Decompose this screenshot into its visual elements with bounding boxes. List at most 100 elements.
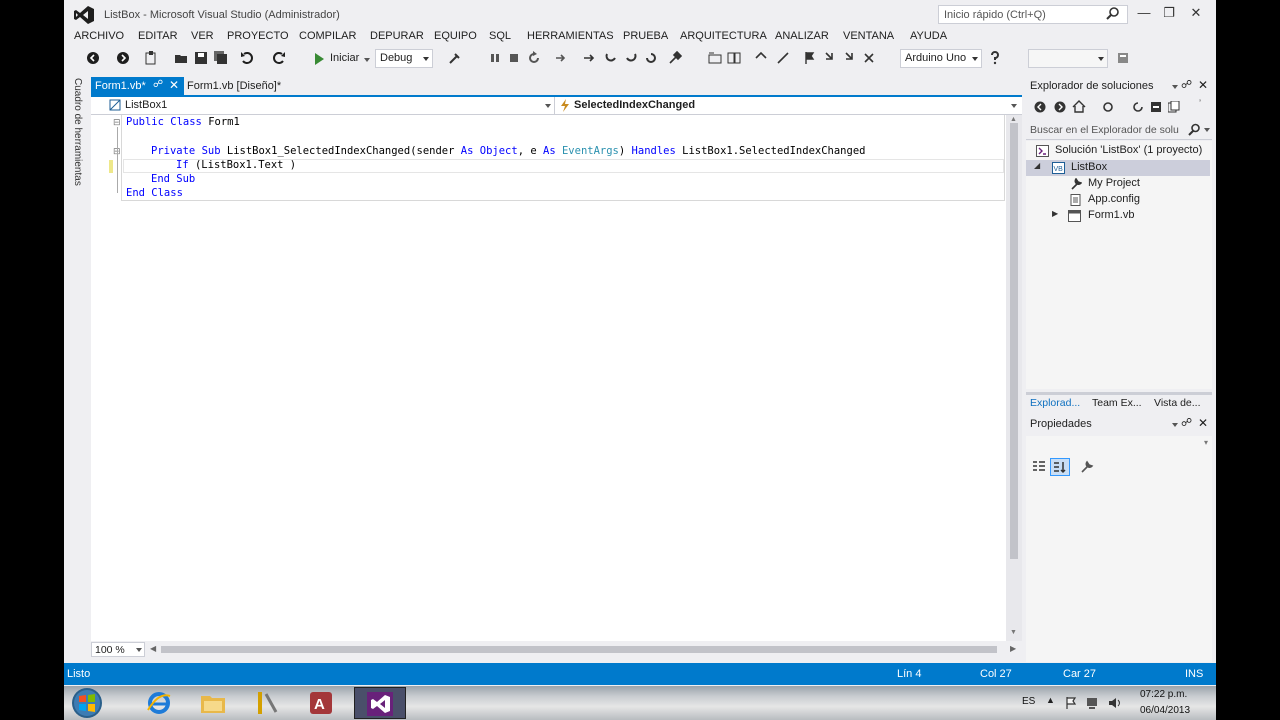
scroll-up-icon[interactable]: ▲	[1010, 116, 1017, 123]
close-window-button[interactable]: ✕	[1186, 5, 1206, 21]
menu-analizar[interactable]: ANALIZAR	[775, 30, 829, 42]
flag-icon[interactable]	[802, 51, 816, 65]
property-pages-icon[interactable]	[1080, 460, 1094, 474]
solution-explorer-search[interactable]: Buscar en el Explorador de solu	[1026, 120, 1212, 140]
menu-ayuda[interactable]: AYUDA	[910, 30, 947, 42]
menu-equipo[interactable]: EQUIPO	[434, 30, 477, 42]
restart-icon[interactable]	[527, 51, 541, 65]
expand-arrow-icon[interactable]: ▶	[1052, 209, 1058, 218]
toolbox-strip[interactable]: Cuadro de herramientas	[64, 72, 90, 662]
stop-icon[interactable]	[507, 51, 521, 65]
windows-start-icon[interactable]	[70, 687, 104, 719]
collapse-all-icon[interactable]	[1150, 101, 1162, 113]
categorized-icon[interactable]	[1032, 460, 1046, 474]
restore-button[interactable]: ❐	[1159, 5, 1179, 21]
tab-class-view[interactable]: Vista de...	[1154, 397, 1201, 409]
action-center-flag-icon[interactable]	[1064, 696, 1078, 710]
tab-team-explorer[interactable]: Team Ex...	[1092, 397, 1142, 409]
options-icon[interactable]	[1116, 51, 1130, 65]
layout-icon[interactable]	[708, 51, 722, 65]
pause-icon[interactable]	[488, 51, 502, 65]
network-icon[interactable]	[1086, 696, 1100, 710]
volume-icon[interactable]	[1108, 696, 1122, 710]
scroll-thumb[interactable]	[1010, 123, 1018, 559]
next-bookmark-icon[interactable]	[842, 51, 856, 65]
pin-icon[interactable]: ☍	[153, 79, 163, 90]
attach-icon[interactable]	[448, 51, 462, 65]
redo-icon[interactable]	[272, 51, 286, 65]
scroll-down-icon[interactable]: ▼	[1010, 629, 1017, 636]
save-icon[interactable]	[194, 51, 208, 65]
close-tab-icon[interactable]: ✕	[169, 78, 179, 92]
properties-wrench-icon[interactable]: ’	[1199, 98, 1201, 108]
configuration-select[interactable]: Debug	[375, 49, 433, 68]
code-editor[interactable]: ⊟ ⊟ Public Class Form1 Private Sub ListB…	[91, 115, 1006, 641]
clock-time[interactable]: 07:22 p.m.	[1140, 689, 1187, 700]
horizontal-scroll-thumb[interactable]	[161, 646, 997, 653]
tab-solution-explorer[interactable]: Explorad...	[1030, 397, 1080, 409]
align-icon[interactable]	[727, 51, 741, 65]
menu-sql[interactable]: SQL	[489, 30, 511, 42]
pin-icon[interactable]: ☍	[1181, 416, 1192, 429]
menu-archivo[interactable]: ARCHIVO	[74, 30, 124, 42]
tab-form1-design[interactable]: Form1.vb [Diseño]*	[187, 80, 281, 92]
scroll-right-icon[interactable]: ▶	[1010, 644, 1016, 653]
tab-form1-vb[interactable]: Form1.vb* ☍ ✕	[91, 77, 184, 95]
show-all-files-icon[interactable]	[1168, 101, 1180, 113]
taskbar-visual-studio[interactable]	[354, 687, 406, 719]
comment-icon[interactable]	[776, 51, 790, 65]
step-out-icon[interactable]	[624, 51, 638, 65]
expand-arrow-icon[interactable]: ◢	[1034, 161, 1040, 170]
menu-prueba[interactable]: PRUEBA	[623, 30, 668, 42]
undo-icon[interactable]	[240, 51, 254, 65]
clear-bookmarks-icon[interactable]	[862, 51, 876, 65]
navigate-back-icon[interactable]	[86, 51, 100, 65]
forward-icon[interactable]	[1054, 101, 1066, 113]
editor-vertical-scrollbar[interactable]: ▲ ▼	[1006, 115, 1022, 641]
bookmark-icon[interactable]	[754, 51, 768, 65]
tools-icon[interactable]	[668, 51, 682, 65]
menu-ver[interactable]: VER	[191, 30, 214, 42]
save-all-icon[interactable]	[214, 51, 228, 65]
object-dropdown[interactable]: ListBox1	[91, 97, 555, 114]
previous-bookmark-icon[interactable]	[822, 51, 836, 65]
menu-arquitectura[interactable]: ARQUITECTURA	[680, 30, 767, 42]
show-next-statement-icon[interactable]	[554, 51, 568, 65]
history-icon[interactable]	[1132, 101, 1144, 113]
minimize-button[interactable]: —	[1134, 5, 1154, 21]
refresh-icon[interactable]	[644, 51, 658, 65]
step-over-icon[interactable]	[582, 51, 596, 65]
chevron-down-icon[interactable]	[1204, 128, 1210, 132]
pin-icon[interactable]: ☍	[1181, 78, 1192, 91]
search-icon[interactable]	[1105, 6, 1121, 22]
home-icon[interactable]	[1072, 100, 1086, 113]
language-indicator[interactable]: ES	[1022, 696, 1035, 707]
close-panel-icon[interactable]: ✕	[1198, 416, 1208, 430]
show-hidden-icons-icon[interactable]: ▲	[1046, 695, 1055, 705]
menu-depurar[interactable]: DEPURAR	[370, 30, 424, 42]
clock-date[interactable]: 06/04/2013	[1140, 705, 1190, 716]
event-dropdown[interactable]: SelectedIndexChanged	[556, 97, 1022, 114]
menu-herramientas[interactable]: HERRAMIENTAS	[527, 30, 614, 42]
taskbar-internet-explorer[interactable]	[136, 687, 182, 719]
platform-select[interactable]: Arduino Uno	[900, 49, 982, 68]
open-file-icon[interactable]	[174, 51, 188, 65]
taskbar-file-explorer[interactable]	[190, 687, 236, 719]
step-into-icon[interactable]	[604, 51, 618, 65]
toolbox-label[interactable]: Cuadro de herramientas	[72, 78, 83, 186]
chevron-down-icon[interactable]: ▾	[1204, 438, 1208, 447]
menu-proyecto[interactable]: PROYECTO	[227, 30, 289, 42]
navigate-forward-icon[interactable]	[116, 51, 130, 65]
close-panel-icon[interactable]: ✕	[1198, 78, 1208, 92]
sync-icon[interactable]	[1102, 101, 1114, 113]
zoom-select[interactable]: 100 %	[91, 642, 145, 657]
help-icon[interactable]	[988, 51, 1002, 65]
quick-launch-input[interactable]: Inicio rápido (Ctrl+Q)	[938, 5, 1128, 24]
search-combo[interactable]	[1028, 49, 1108, 68]
chevron-down-icon[interactable]	[1172, 423, 1178, 427]
menu-compilar[interactable]: COMPILAR	[299, 30, 356, 42]
taskbar-tool-app[interactable]	[244, 687, 290, 719]
menu-ventana[interactable]: VENTANA	[843, 30, 894, 42]
taskbar-access[interactable]: A	[298, 687, 344, 719]
menu-editar[interactable]: EDITAR	[138, 30, 178, 42]
